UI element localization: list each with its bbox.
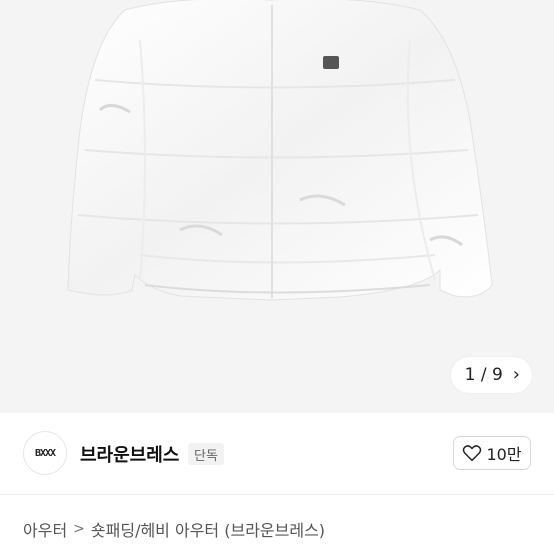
breadcrumb-subcategory[interactable]: 숏패딩/헤비 아우터 (브라운브레스) bbox=[91, 517, 325, 541]
product-image-gallery[interactable]: 1 / 9 › bbox=[0, 0, 554, 413]
heart-outline-icon bbox=[463, 445, 482, 462]
seller-avatar[interactable]: BXXX bbox=[23, 431, 67, 475]
breadcrumb-category[interactable]: 아우터 bbox=[23, 517, 67, 541]
brand-logo-icon: BXXX bbox=[34, 447, 56, 459]
chevron-right-icon[interactable]: › bbox=[513, 366, 520, 384]
counter-text: 1 / 9 bbox=[464, 365, 503, 385]
breadcrumb-separator: > bbox=[73, 521, 85, 537]
seller-name[interactable]: 브라운브레스 bbox=[80, 441, 179, 467]
product-image bbox=[67, 0, 493, 301]
breadcrumb: 아우터 > 숏패딩/헤비 아우터 (브라운브레스) bbox=[23, 517, 325, 541]
like-count: 10만 bbox=[486, 445, 522, 464]
like-button[interactable]: 10만 bbox=[453, 436, 531, 470]
image-counter[interactable]: 1 / 9 › bbox=[450, 357, 532, 393]
exclusive-badge: 단독 bbox=[188, 443, 224, 465]
divider bbox=[0, 494, 554, 495]
